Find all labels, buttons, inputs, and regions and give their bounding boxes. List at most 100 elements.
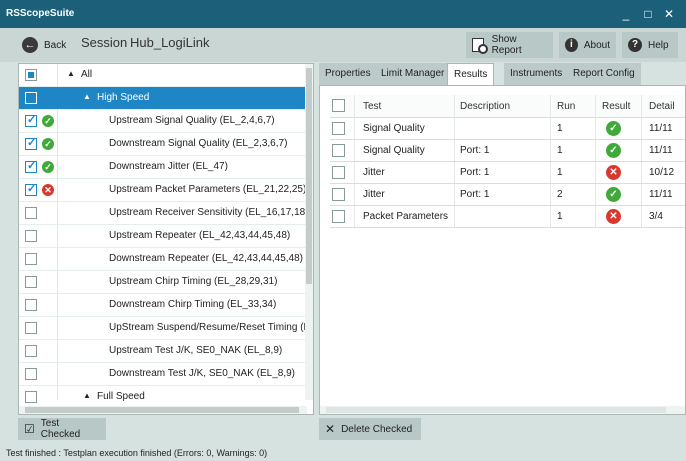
tree-item-label: Upstream Test J/K, SE0_NAK (EL_8,9) [109,345,283,356]
tree-item-checkbox[interactable] [25,276,37,288]
cell-test: Jitter [363,189,385,200]
tree-item-label: Downstream Test J/K, SE0_NAK (EL_8,9) [109,368,296,379]
tree-item-checkbox[interactable] [25,414,37,415]
tree-item-label: High Speed [97,92,150,103]
row-checkbox[interactable] [332,122,345,135]
header-test[interactable]: Test [363,101,381,112]
cell-details: 11/11 [649,123,673,134]
tree-item[interactable]: UpStream Suspend/Resume/Reset Timing (EL… [19,317,313,340]
maximize-button[interactable]: □ [640,6,656,22]
header-result[interactable]: Result [602,101,630,112]
tree-item-checkbox[interactable] [25,299,37,311]
tree-item[interactable]: Downstream Test J/K, SE0_NAK (EL_8,9) [19,363,307,386]
tab-limit-manager[interactable]: Limit Manager [375,63,451,85]
tab-properties[interactable]: Properties [319,63,377,85]
app-title: RSScopeSuite [6,8,75,19]
tree-item-checkbox[interactable] [25,69,37,81]
help-button[interactable]: ? Help [622,32,678,58]
tree-item-checkbox[interactable] [25,92,37,104]
tree-item[interactable]: Downstream Chirp Timing (EL_33,34) [19,294,307,317]
tree-item-label: Downstream Jitter (EL_47) [109,161,228,172]
row-checkbox[interactable] [332,210,345,223]
header-description[interactable]: Description [460,101,510,112]
help-label: Help [648,39,669,51]
delete-checked-button[interactable]: ✕ Delete Checked [319,418,421,440]
row-checkbox[interactable] [332,166,345,179]
check-circle-icon: ✓ [606,121,621,136]
tree-item-label: Downstream Repeater (EL_42,43,44,45,48) [109,253,304,264]
tree-item-checkbox[interactable] [25,159,37,173]
minimize-button[interactable]: _ [618,6,634,22]
cell-details: 10/12 [649,167,675,178]
delete-checked-label: Delete Checked [341,423,413,435]
check-circle-icon: ✓ [42,138,54,150]
checkbox-run-icon: ☑ [24,422,35,436]
session-toolbar: ← Back Session Hub_LogiLink Show Report … [0,28,686,62]
tree-item-checkbox[interactable] [25,207,37,219]
about-button[interactable]: i About [559,32,616,58]
close-button[interactable]: ✕ [661,6,677,22]
tree-item[interactable]: ✕ Upstream Packet Parameters (EL_21,22,25… [19,179,307,202]
tree-item[interactable]: Upstream Receiver Sensitivity (EL_16,17,… [19,202,309,225]
tree-item-label: Upstream Receiver Sensitivity (EL_16,17,… [109,207,309,218]
tree-vertical-scrollbar[interactable] [305,64,313,400]
cell-test: Jitter [363,167,385,178]
table-row[interactable]: Jitter Port: 1 1 10/12 ✕ [330,162,685,184]
back-button[interactable]: ← Back [22,35,66,55]
table-row[interactable]: Signal Quality Port: 1 1 11/11 ✓ [330,140,685,162]
table-row[interactable]: Signal Quality 1 11/11 ✓ [330,118,685,140]
tree-item[interactable]: ✓ Downstream Jitter (EL_47) [19,156,307,179]
tree-item-checkbox[interactable] [25,182,37,196]
select-all-checkbox[interactable] [332,99,345,112]
tree-item[interactable]: Upstream Test J/K, SE0_NAK (EL_8,9) [19,340,307,363]
status-text: Test finished : Testplan execution finis… [6,448,268,458]
tab-report-config[interactable]: Report Config [567,63,641,85]
cell-details: 3/4 [649,211,663,222]
collapse-arrow-icon[interactable]: ▲ [67,69,75,78]
tree-item-checkbox[interactable] [25,136,37,150]
results-horizontal-scrollbar[interactable] [320,406,685,414]
row-checkbox[interactable] [332,144,345,157]
about-label: About [583,39,610,51]
tab-instruments[interactable]: Instruments [504,63,569,85]
show-report-label: Show Report [491,34,522,56]
tree-item[interactable]: Upstream Chirp Timing (EL_28,29,31) [19,271,307,294]
tree-horizontal-scrollbar[interactable] [19,406,307,414]
tree-item-checkbox[interactable] [25,345,37,357]
collapse-arrow-icon[interactable]: ▲ [83,92,91,101]
check-circle-icon: ✓ [42,161,54,173]
cell-test: Packet Parameters [363,211,449,222]
tree-item[interactable]: ▲ All [19,64,307,87]
table-row[interactable]: Jitter Port: 1 2 11/11 ✓ [330,184,685,206]
test-checked-button[interactable]: ☑ Test Checked [18,418,106,440]
tree-item-label: All [81,69,93,80]
test-tree-panel: ▲ All ▲ High Speed ✓ Upstream Signal Quality … [18,63,314,415]
tree-item-checkbox[interactable] [25,322,37,334]
report-search-icon [472,38,488,54]
tree-item[interactable]: ▲ High Speed [19,87,307,110]
tree-item-label: UpStream Suspend/Resume/Reset Timing (EL… [109,322,314,333]
tree-item[interactable]: Downstream Repeater (EL_42,43,44,45,48) [19,248,307,271]
table-row[interactable]: Packet Parameters 1 3/4 ✕ [330,206,685,228]
header-details[interactable]: Detail [649,101,675,112]
tree-item-checkbox[interactable] [25,253,37,265]
arrow-left-icon: ← [22,37,38,53]
tree-item-checkbox[interactable] [25,113,37,127]
tree-item-checkbox[interactable] [25,230,37,242]
collapse-arrow-icon[interactable]: ▲ [83,391,91,400]
row-checkbox[interactable] [332,188,345,201]
show-report-button[interactable]: Show Report [466,32,553,58]
cell-run: 1 [557,123,563,134]
tree-item-checkbox[interactable] [25,391,37,403]
tree-item[interactable]: Upstream Repeater (EL_42,43,44,45,48) [19,225,307,248]
delete-x-icon: ✕ [325,422,336,436]
tree-item-label: Upstream Signal Quality (B.6.3.1) [109,414,258,415]
tree-item[interactable]: ✓ Upstream Signal Quality (EL_2,4,6,7) [19,110,307,133]
tree-item[interactable]: ✓ Downstream Signal Quality (EL_2,3,6,7) [19,133,307,156]
tab-results[interactable]: Results [447,63,495,86]
check-circle-icon: ✓ [606,187,621,202]
header-run[interactable]: Run [557,101,575,112]
title-bar: RSScopeSuite _ □ ✕ [0,0,686,28]
x-circle-icon: ✕ [606,209,621,224]
tree-item-checkbox[interactable] [25,368,37,380]
